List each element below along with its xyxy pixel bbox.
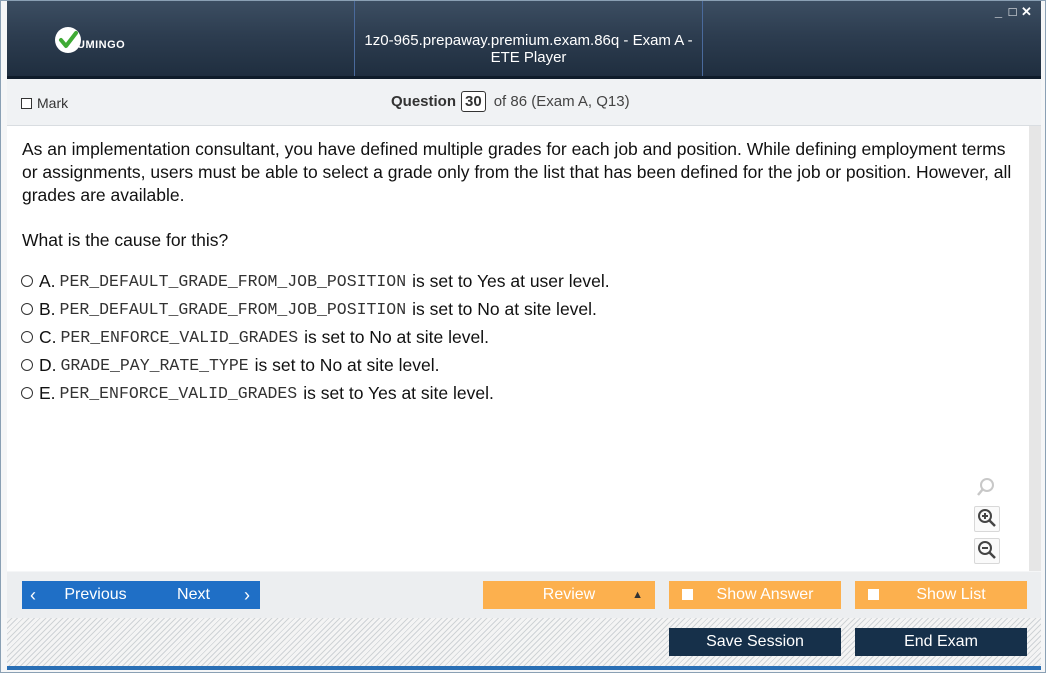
close-icon[interactable]: ✕ [1021, 4, 1035, 20]
answer-options: A. PER_DEFAULT_GRADE_FROM_JOB_POSITION i… [21, 267, 610, 407]
answer-option-a[interactable]: A. PER_DEFAULT_GRADE_FROM_JOB_POSITION i… [21, 267, 610, 295]
footer-accent-line [7, 666, 1041, 670]
review-label: Review [542, 586, 596, 603]
title-bar: UMINGO 1z0-965.prepaway.premium.exam.86q… [7, 1, 1041, 79]
radio-button[interactable] [21, 303, 33, 315]
zoom-out-icon[interactable] [974, 538, 1000, 564]
question-number-input[interactable]: 30 [461, 91, 486, 112]
option-letter: A. [39, 270, 56, 291]
radio-button[interactable] [21, 387, 33, 399]
radio-button[interactable] [21, 331, 33, 343]
mark-checkbox-box[interactable] [21, 97, 32, 109]
title-separator [702, 1, 703, 76]
question-header: Mark Question 30 of 86 (Exam A, Q13) [7, 79, 1041, 126]
question-stem: As an implementation consultant, you hav… [22, 139, 1012, 205]
option-code: PER_DEFAULT_GRADE_FROM_JOB_POSITION [59, 271, 407, 291]
option-letter: C. [39, 326, 57, 347]
end-exam-button[interactable]: End Exam [855, 628, 1027, 656]
footer-bar: Save Session End Exam [7, 618, 1041, 666]
option-text: is set to Yes at site level. [303, 382, 494, 403]
navigation-bar: ‹ Previous Next › Review ▲ Show Answer S… [7, 572, 1041, 618]
question-counter: Question 30 of 86 (Exam A, Q13) [391, 91, 630, 112]
mark-label: Mark [37, 95, 69, 111]
maximize-icon[interactable]: □ [1007, 4, 1021, 19]
next-label: Next [177, 586, 210, 603]
option-letter: D. [39, 354, 57, 375]
previous-button[interactable]: ‹ Previous [22, 581, 155, 609]
answer-option-c[interactable]: C. PER_ENFORCE_VALID_GRADES is set to No… [21, 323, 610, 351]
option-code: GRADE_PAY_RATE_TYPE [60, 355, 249, 375]
minimize-icon[interactable]: _ [993, 4, 1007, 19]
option-text: is set to No at site level. [304, 326, 489, 347]
option-code: PER_DEFAULT_GRADE_FROM_JOB_POSITION [59, 299, 407, 319]
option-letter: B. [39, 298, 56, 319]
option-code: PER_ENFORCE_VALID_GRADES [60, 327, 299, 347]
show-list-checkbox[interactable] [868, 589, 879, 600]
chevron-right-icon: › [244, 585, 250, 605]
radio-button[interactable] [21, 359, 33, 371]
show-list-label: Show List [916, 586, 986, 603]
option-code: PER_ENFORCE_VALID_GRADES [59, 383, 298, 403]
vumingo-logo: UMINGO [55, 27, 165, 57]
option-text: is set to Yes at user level. [412, 270, 610, 291]
review-button[interactable]: Review ▲ [483, 581, 655, 609]
answer-option-e[interactable]: E. PER_ENFORCE_VALID_GRADES is set to Ye… [21, 379, 610, 407]
answer-option-b[interactable]: B. PER_DEFAULT_GRADE_FROM_JOB_POSITION i… [21, 295, 610, 323]
option-text: is set to No at site level. [412, 298, 597, 319]
previous-label: Previous [64, 586, 127, 603]
question-label: Question [391, 93, 457, 110]
save-session-button[interactable]: Save Session [669, 628, 841, 656]
mark-checkbox[interactable]: Mark [21, 95, 68, 111]
window-title: 1z0-965.prepaway.premium.exam.86q - Exam… [364, 32, 693, 66]
window-controls: _ □ ✕ [993, 4, 1035, 20]
option-letter: E. [39, 382, 56, 403]
caret-up-icon: ▲ [632, 589, 643, 601]
search-icon [974, 476, 998, 500]
zoom-in-icon[interactable] [974, 506, 1000, 532]
radio-button[interactable] [21, 275, 33, 287]
zoom-controls [974, 476, 1002, 570]
next-button[interactable]: Next › [145, 581, 260, 609]
app-window: UMINGO 1z0-965.prepaway.premium.exam.86q… [0, 0, 1046, 673]
show-answer-checkbox[interactable] [682, 589, 693, 600]
answer-option-d[interactable]: D. GRADE_PAY_RATE_TYPE is set to No at s… [21, 351, 610, 379]
show-answer-label: Show Answer [716, 586, 814, 603]
vertical-scrollbar[interactable] [1029, 126, 1041, 571]
question-content: As an implementation consultant, you hav… [7, 126, 1029, 571]
option-text: is set to No at site level. [254, 354, 440, 375]
show-list-button[interactable]: Show List [855, 581, 1027, 609]
question-prompt: What is the cause for this? [22, 230, 229, 250]
show-answer-button[interactable]: Show Answer [669, 581, 841, 609]
chevron-left-icon: ‹ [30, 585, 36, 605]
logo-text: UMINGO [77, 39, 126, 51]
question-of-text: of 86 (Exam A, Q13) [493, 93, 630, 110]
